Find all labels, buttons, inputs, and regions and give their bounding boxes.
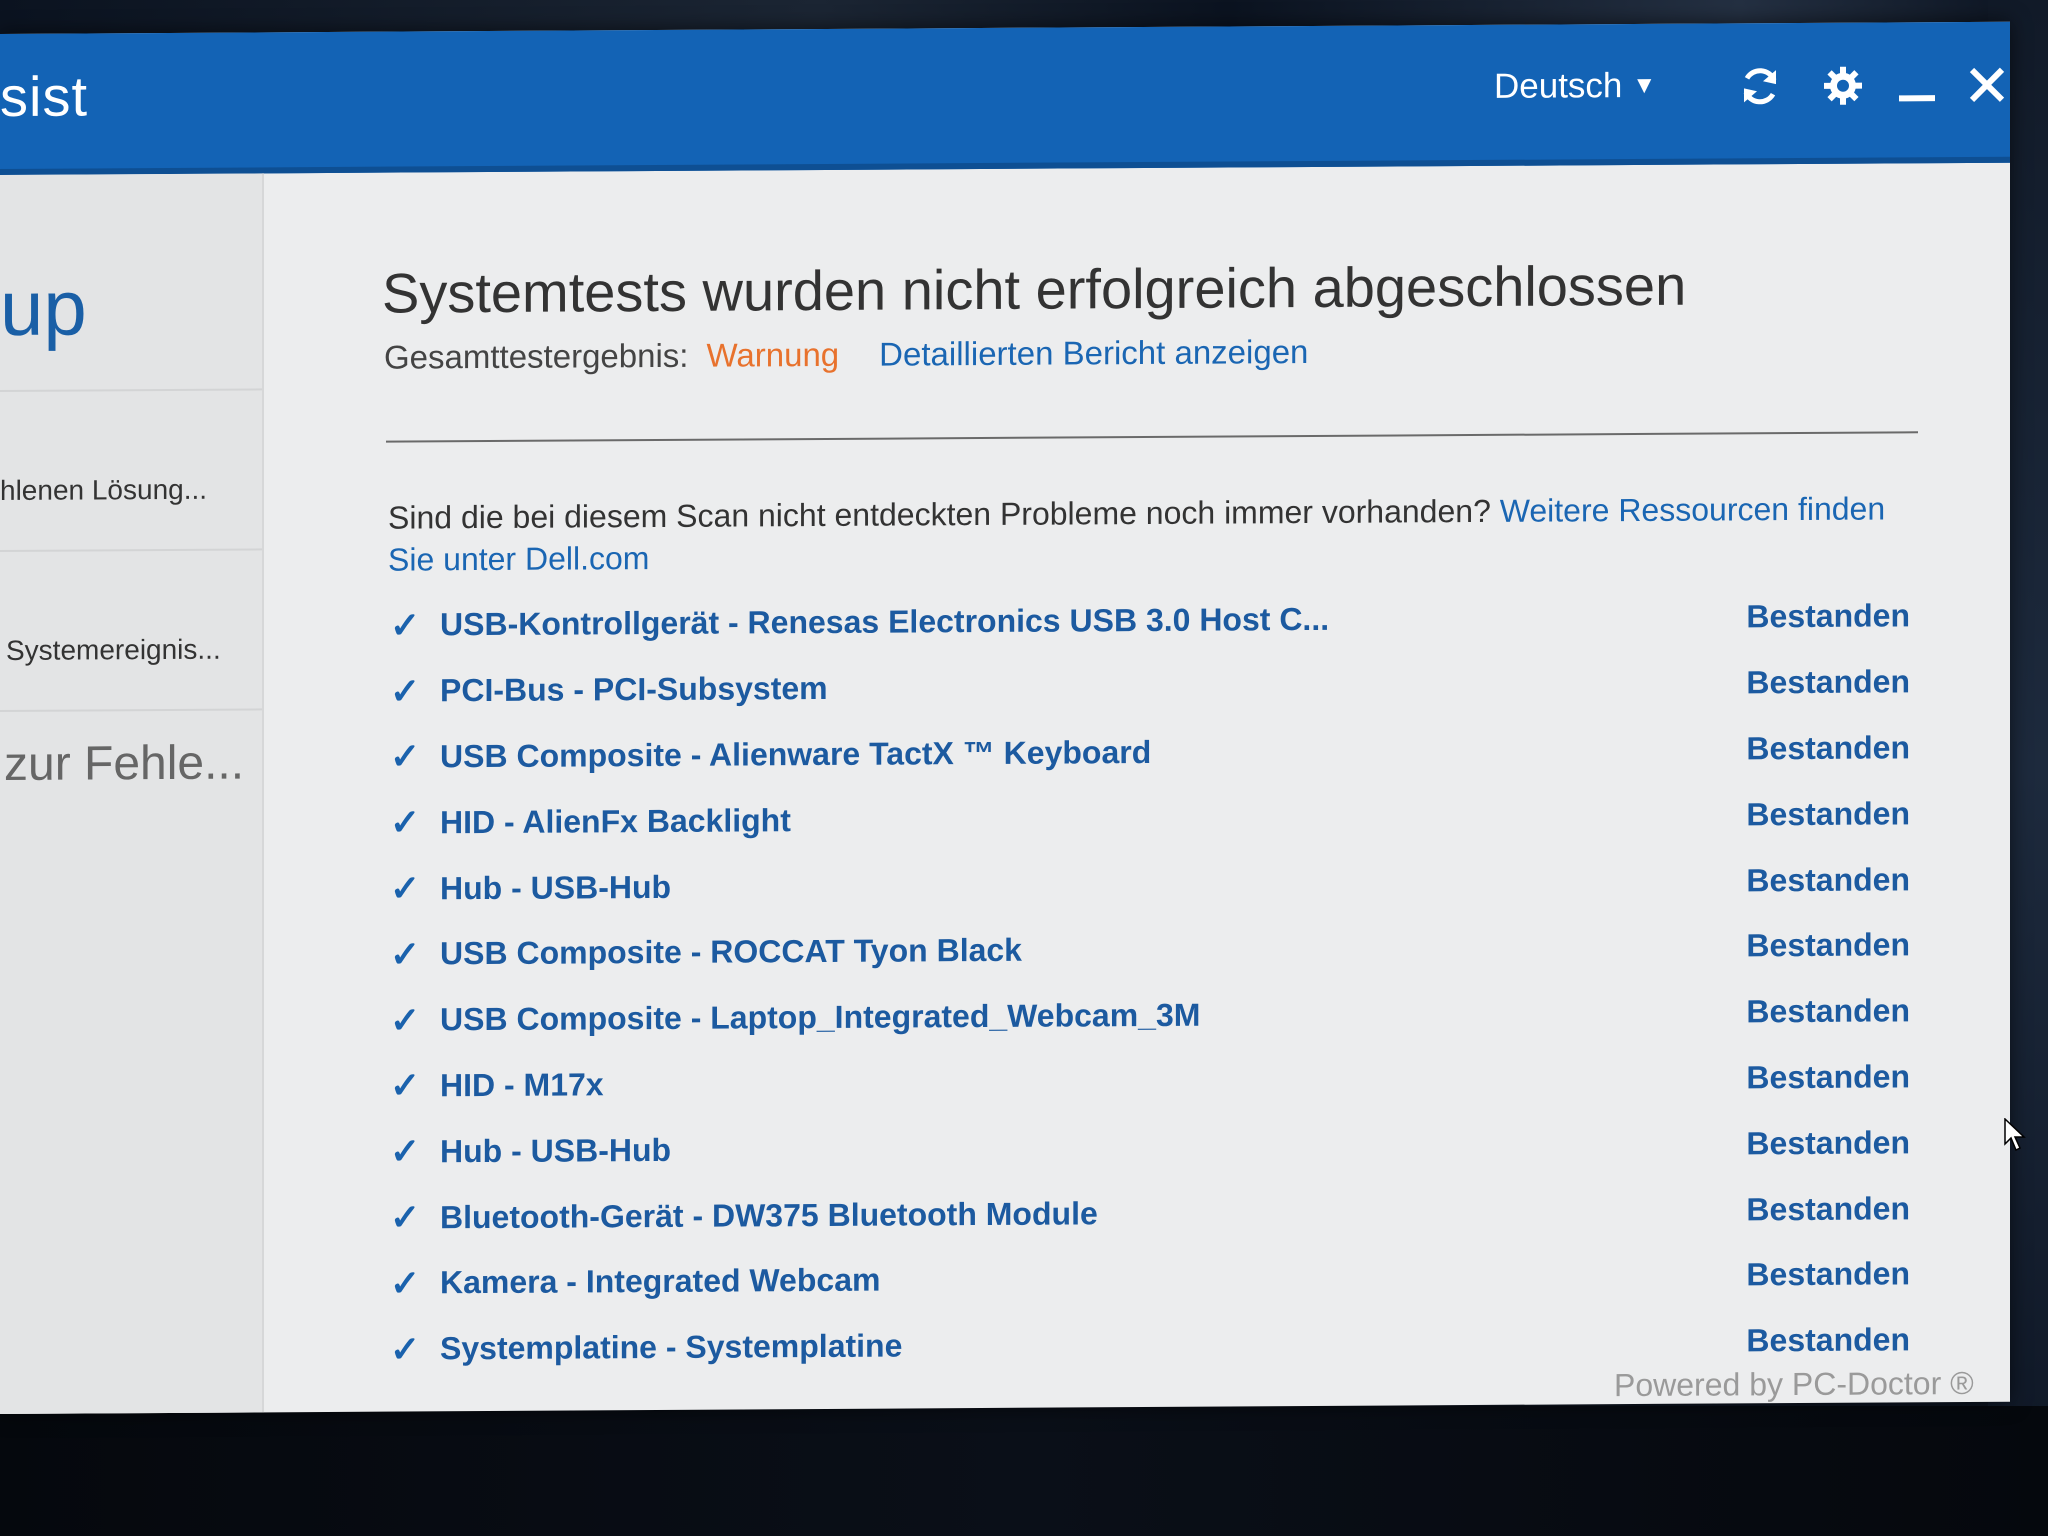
overall-result: Gesamttestergebnis: Warnung Detaillierten …	[384, 333, 1308, 377]
check-icon: ✓	[390, 1196, 421, 1238]
test-name: USB Composite - ROCCAT Tyon Black	[440, 932, 1022, 972]
overall-result-label: Gesamttestergebnis:	[384, 336, 689, 376]
test-status: Bestanden	[1746, 992, 1910, 1030]
list-item: ✓ USB Composite - Alienware TactX ™ Keyb…	[390, 715, 1910, 790]
desktop-background-bottom	[0, 1406, 2048, 1536]
app-title: sist	[0, 64, 88, 128]
check-icon: ✓	[390, 867, 421, 909]
main-content: Systemtests wurden nicht erfolgreich abg…	[262, 163, 2010, 1413]
question-text: Sind die bei diesem Scan nicht entdeckte…	[388, 492, 1491, 536]
sidebar-divider	[0, 708, 262, 712]
test-status: Bestanden	[1746, 597, 1910, 635]
list-item: ✓ HID - M17x Bestanden	[390, 1044, 1910, 1119]
minimize-icon[interactable]	[1892, 60, 1942, 110]
check-icon: ✓	[390, 999, 421, 1041]
sidebar-heading: up	[0, 263, 87, 352]
test-name: Hub - USB-Hub	[440, 1131, 672, 1170]
language-label: Deutsch	[1494, 66, 1623, 106]
sidebar-divider	[0, 388, 262, 392]
test-name: USB Composite - Laptop_Integrated_Webcam…	[440, 996, 1201, 1038]
gear-icon[interactable]	[1818, 61, 1868, 111]
check-icon: ✓	[390, 670, 421, 712]
test-status: Bestanden	[1746, 1321, 1910, 1359]
test-status: Bestanden	[1746, 1058, 1910, 1096]
check-icon: ✓	[390, 1130, 421, 1172]
title-bar: sist Deutsch ▼	[0, 21, 2012, 176]
list-item: ✓ USB Composite - Laptop_Integrated_Webc…	[390, 978, 1910, 1053]
test-status: Bestanden	[1746, 926, 1910, 964]
refresh-icon[interactable]	[1735, 61, 1785, 111]
detailed-report-link[interactable]: Detaillierten Bericht anzeigen	[879, 333, 1308, 373]
test-name: Hub - USB-Hub	[440, 868, 672, 906]
divider	[386, 431, 1918, 443]
list-item: ✓ Bluetooth-Gerät - DW375 Bluetooth Modu…	[390, 1176, 1910, 1251]
close-icon[interactable]	[1962, 60, 2012, 110]
page-title: Systemtests wurden nicht erfolgreich abg…	[382, 253, 1687, 325]
test-name: Kamera - Integrated Webcam	[440, 1261, 881, 1301]
sidebar-item-events[interactable]: Systemereignis...	[6, 634, 221, 667]
test-status: Bestanden	[1746, 729, 1910, 767]
check-icon: ✓	[390, 933, 421, 975]
test-name: PCI-Bus - PCI-Subsystem	[440, 670, 828, 709]
overall-result-value: Warnung	[706, 335, 840, 374]
list-item: ✓ HID - AlienFx Backlight Bestanden	[390, 781, 1910, 856]
test-name: USB Composite - Alienware TactX ™ Keyboa…	[440, 733, 1152, 775]
test-name: HID - M17x	[440, 1066, 604, 1104]
powered-by-label: Powered by PC-Doctor ®	[1614, 1364, 1974, 1404]
test-status: Bestanden	[1746, 663, 1910, 701]
test-status: Bestanden	[1746, 1124, 1910, 1162]
list-item: ✓ USB Composite - ROCCAT Tyon Black Best…	[390, 912, 1910, 987]
list-item: ✓ PCI-Bus - PCI-Subsystem Bestanden	[390, 649, 1910, 724]
test-name: Bluetooth-Gerät - DW375 Bluetooth Module	[440, 1194, 1098, 1235]
caret-down-icon: ▼	[1632, 71, 1657, 100]
test-name: HID - AlienFx Backlight	[440, 801, 791, 841]
language-selector[interactable]: Deutsch ▼	[1494, 66, 1656, 107]
test-status: Bestanden	[1746, 1255, 1910, 1293]
check-icon: ✓	[390, 604, 421, 646]
check-icon: ✓	[390, 1064, 421, 1107]
test-status: Bestanden	[1746, 860, 1910, 898]
app-window: sist Deutsch ▼ up hlenen Lösung... Syste…	[0, 21, 2012, 1415]
test-status: Bestanden	[1746, 795, 1910, 833]
mouse-pointer-icon	[2004, 1117, 2026, 1157]
check-icon: ✓	[390, 735, 421, 778]
sidebar-item-solution[interactable]: hlenen Lösung...	[0, 474, 207, 507]
sidebar-divider	[0, 548, 262, 552]
check-icon: ✓	[390, 801, 421, 843]
test-name: Systemplatine - Systemplatine	[440, 1327, 903, 1367]
check-icon: ✓	[390, 1262, 421, 1304]
list-item: ✓ USB-Kontrollgerät - Renesas Electronic…	[390, 583, 1910, 658]
resources-question: Sind die bei diesem Scan nicht entdeckte…	[388, 487, 1928, 580]
list-item: ✓ Hub - USB-Hub Bestanden	[390, 1110, 1910, 1185]
sidebar-item-errors[interactable]: zur Fehle...	[4, 736, 244, 792]
results-list: ✓ USB-Kontrollgerät - Renesas Electronic…	[390, 583, 1910, 1382]
test-status: Bestanden	[1746, 1189, 1910, 1227]
list-item: ✓ Hub - USB-Hub Bestanden	[390, 847, 1910, 922]
sidebar: up hlenen Lösung... Systemereignis... zu…	[0, 173, 264, 1414]
list-item: ✓ Kamera - Integrated Webcam Bestanden	[390, 1241, 1910, 1316]
test-name: USB-Kontrollgerät - Renesas Electronics …	[440, 601, 1330, 643]
check-icon: ✓	[390, 1328, 421, 1370]
